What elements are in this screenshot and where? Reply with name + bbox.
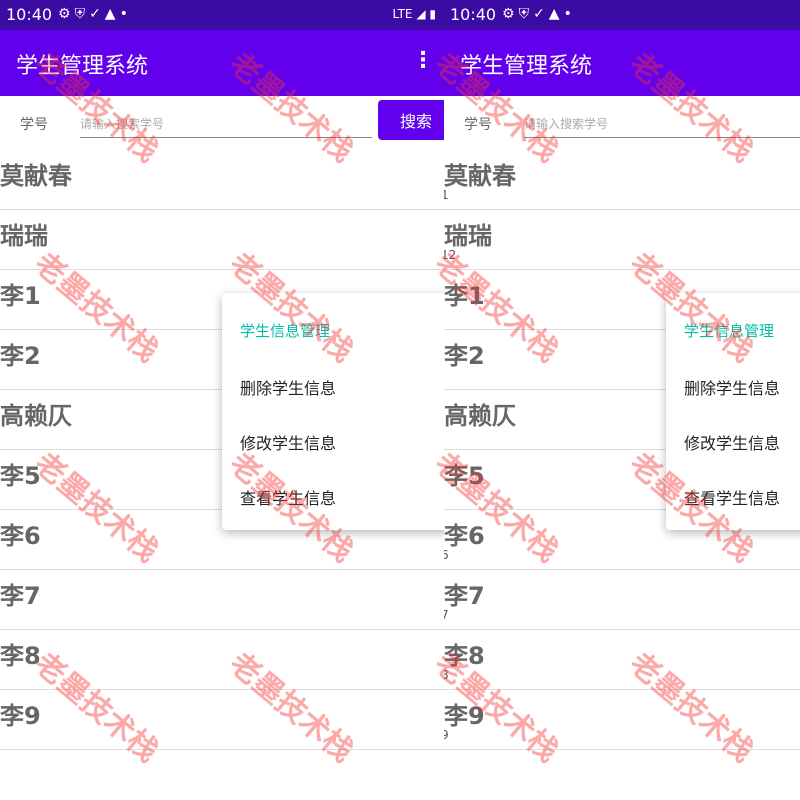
student-id-label: 学号 <box>464 117 492 133</box>
left-screen: 10:40 ⚙⛨✓▲• LTE ◢ ▮ 学生管理系统 ⋮ 学号 搜索 莫献春瑞瑞… <box>0 0 444 800</box>
student-name: 李9 <box>444 702 485 730</box>
status-time: 10:40 <box>450 5 497 24</box>
student-name: 李6 <box>0 522 41 550</box>
student-id-value: 6 <box>444 548 449 562</box>
menu-item-edit[interactable]: 修改学生信息 <box>240 430 336 454</box>
signal-icon: ▲ <box>548 6 564 22</box>
student-name: 莫献春 <box>444 162 516 190</box>
status-right-icons: LTE ◢ ▮ <box>393 7 436 21</box>
student-name: 高赖仄 <box>444 402 516 430</box>
student-name: 李1 <box>444 282 485 310</box>
dot-icon: • <box>563 6 576 22</box>
shield-icon: ⛨ <box>74 6 90 22</box>
gear-icon: ⚙ <box>502 6 519 22</box>
menu-item-view[interactable]: 查看学生信息 <box>684 485 780 509</box>
student-row[interactable]: 李8 <box>0 630 444 690</box>
student-row[interactable]: 莫献春 <box>0 150 444 210</box>
dot-icon: • <box>119 6 132 22</box>
app-title: 学生管理系统 <box>16 54 149 79</box>
student-name: 李5 <box>444 462 485 490</box>
student-row[interactable]: 李8 8 <box>444 630 800 690</box>
app-title: 学生管理系统 <box>460 54 593 79</box>
search-button[interactable]: 搜索 <box>378 100 444 140</box>
student-row[interactable]: 李7 7 <box>444 570 800 630</box>
menu-item-edit[interactable]: 修改学生信息 <box>684 430 780 454</box>
lte-label: LTE <box>392 7 413 21</box>
student-row[interactable]: 莫献春 1 <box>444 150 800 210</box>
student-row[interactable]: 李9 9 <box>444 690 800 750</box>
student-name: 李7 <box>0 582 41 610</box>
app-bar: 学生管理系统 ⋮ <box>0 30 444 96</box>
search-input[interactable] <box>524 110 800 138</box>
student-name: 李2 <box>444 342 485 370</box>
student-id-value: 8 <box>444 668 449 682</box>
student-id-label: 学号 <box>20 117 48 133</box>
student-name: 莫献春 <box>0 162 72 190</box>
student-name: 李2 <box>0 342 41 370</box>
menu-item-delete[interactable]: 删除学生信息 <box>240 375 336 399</box>
menu-item-view[interactable]: 查看学生信息 <box>240 485 336 509</box>
status-icons: ⚙⛨✓▲• <box>502 6 576 22</box>
student-id-value: 1 <box>444 188 449 202</box>
signal-icon: ◢ <box>416 7 426 21</box>
search-input[interactable] <box>80 110 372 138</box>
student-id-value: 9 <box>444 728 449 742</box>
student-name: 李6 <box>444 522 485 550</box>
gear-icon: ⚙ <box>58 6 75 22</box>
student-name: 李7 <box>444 582 485 610</box>
right-screen: 10:40 ⚙⛨✓▲• 学生管理系统 学号 莫献春1瑞瑞12李1李2高赖仄李5李… <box>444 0 800 800</box>
student-name: 高赖仄 <box>0 402 72 430</box>
app-bar: 学生管理系统 <box>444 30 800 96</box>
student-name: 瑞瑞 <box>444 222 492 250</box>
student-name: 李8 <box>444 642 485 670</box>
student-row[interactable]: 瑞瑞 12 <box>444 210 800 270</box>
student-name: 李5 <box>0 462 41 490</box>
status-bar: 10:40 ⚙⛨✓▲• LTE ◢ ▮ <box>0 0 444 30</box>
student-name: 李1 <box>0 282 41 310</box>
student-id-value: 12 <box>444 248 457 262</box>
check-icon: ✓ <box>89 6 105 22</box>
battery-icon: ▮ <box>429 7 436 21</box>
context-menu: 学生信息管理 删除学生信息 修改学生信息 查看学生信息 <box>222 293 444 530</box>
menu-header: 学生信息管理 <box>684 322 775 340</box>
student-row[interactable]: 李9 <box>0 690 444 750</box>
menu-item-delete[interactable]: 删除学生信息 <box>684 375 780 399</box>
context-menu: 学生信息管理 删除学生信息 修改学生信息 查看学生信息 <box>666 293 800 530</box>
student-name: 李8 <box>0 642 41 670</box>
status-icons: ⚙⛨✓▲• <box>58 6 132 22</box>
menu-header: 学生信息管理 <box>240 322 331 340</box>
student-row[interactable]: 瑞瑞 <box>0 210 444 270</box>
shield-icon: ⛨ <box>518 6 534 22</box>
status-time: 10:40 <box>6 5 53 24</box>
signal-icon: ▲ <box>104 6 120 22</box>
student-id-value: 7 <box>444 608 449 622</box>
student-name: 李9 <box>0 702 41 730</box>
student-name: 瑞瑞 <box>0 222 48 250</box>
search-row: 学号 <box>444 96 800 148</box>
check-icon: ✓ <box>533 6 549 22</box>
status-bar: 10:40 ⚙⛨✓▲• <box>444 0 800 30</box>
student-row[interactable]: 李7 <box>0 570 444 630</box>
search-row: 学号 搜索 <box>0 96 444 148</box>
more-vert-icon[interactable]: ⋮ <box>412 48 434 73</box>
